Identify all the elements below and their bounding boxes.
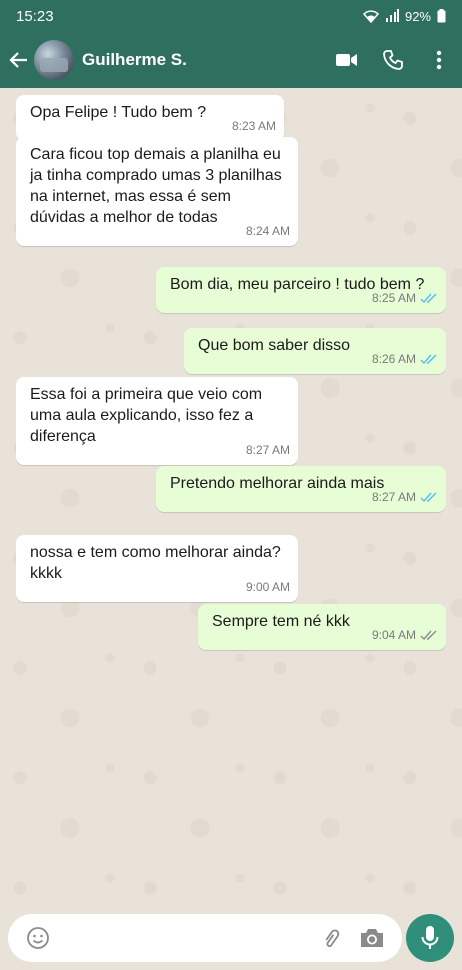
message-bubble[interactable]: Cara ficou top demais a planilha eu ja t… [16,137,298,246]
attach-button[interactable] [312,918,352,958]
message-bubble[interactable]: nossa e tem como melhorar ainda? kkkk 9:… [16,535,298,602]
wifi-icon [362,10,379,23]
camera-icon [361,929,383,947]
status-time: 15:23 [16,7,54,25]
double-check-read-icon [420,492,437,503]
message-meta: 8:26 AM [372,349,438,370]
message-bubble[interactable]: Pretendo melhorar ainda mais 8:27 AM [156,466,446,512]
microphone-icon [421,926,439,949]
message-meta: 9:04 AM [372,625,438,646]
paperclip-icon [325,929,340,948]
message-time: 8:27 AM [371,490,416,504]
message-meta: 8:24 AM [246,221,290,242]
message-input[interactable] [68,928,312,948]
voice-call-button[interactable] [370,32,416,88]
message-meta: 8:25 AM [372,288,438,309]
message-bubble[interactable]: Bom dia, meu parceiro ! tudo bem ? 8:25 … [156,267,446,313]
message-bubble[interactable]: Sempre tem né kkk 9:04 AM [198,604,446,650]
message-time: 9:00 AM [245,580,290,594]
emoji-icon [27,927,49,949]
chat-header: Guilherme S. [0,32,462,88]
double-check-read-icon [420,354,437,365]
voice-message-button[interactable] [406,914,454,962]
double-check-delivered-icon [420,630,437,641]
message-time: 8:25 AM [371,291,416,305]
video-call-button[interactable] [324,32,370,88]
message-bubble[interactable]: Essa foi a primeira que veio com uma aul… [16,377,298,465]
message-time: 8:24 AM [245,224,290,238]
message-bubble[interactable]: Opa Felipe ! Tudo bem ? 8:23 AM [16,95,284,141]
message-composer [8,914,402,962]
battery-percent: 92% [404,8,431,24]
message-meta: 8:23 AM [232,116,276,137]
phone-icon [383,50,403,70]
message-meta: 8:27 AM [246,440,290,461]
status-bar: 15:23 92% [0,0,462,32]
more-vertical-icon [436,50,442,70]
video-camera-icon [336,54,357,66]
message-time: 9:04 AM [371,628,416,642]
chat-area[interactable]: Opa Felipe ! Tudo bem ? 8:23 AM Cara fic… [0,88,462,910]
status-icons: 92% [362,8,446,24]
camera-button[interactable] [352,918,392,958]
menu-button[interactable] [416,32,462,88]
battery-icon [437,9,446,23]
contact-name[interactable]: Guilherme S. [82,50,324,70]
emoji-button[interactable] [18,918,58,958]
message-time: 8:23 AM [231,119,276,133]
message-meta: 9:00 AM [246,577,290,598]
avatar[interactable] [34,40,74,80]
message-time: 8:26 AM [371,352,416,366]
message-time: 8:27 AM [245,443,290,457]
message-text: Essa foi a primeira que veio com uma aul… [30,386,263,445]
signal-icon [385,9,399,22]
arrow-left-icon [9,52,27,68]
double-check-read-icon [420,293,437,304]
message-bubble[interactable]: Que bom saber disso 8:26 AM [184,328,446,374]
message-meta: 8:27 AM [372,487,438,508]
back-button[interactable] [2,32,36,88]
message-text: Cara ficou top demais a planilha eu ja t… [30,146,282,226]
